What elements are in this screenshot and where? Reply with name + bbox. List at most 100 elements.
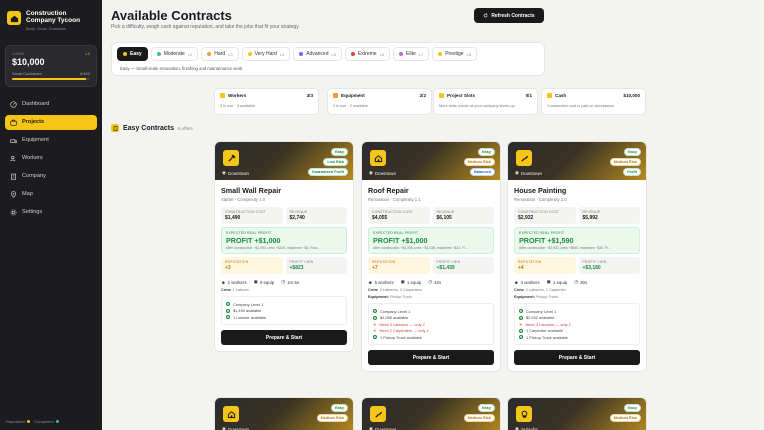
brand-tagline: Build. Grow. Dominate.: [26, 25, 67, 31]
card-badge: Guaranteed Profit: [307, 168, 348, 176]
stat-project-slots: Project Slots 0/1 More slots unlock as you…: [433, 88, 538, 115]
cash-card: CASH L1 $10,000 Small Contractor 0/100: [5, 44, 97, 87]
stat-label: Cash: [555, 93, 567, 98]
card-title: Small Wall Repair: [221, 186, 282, 195]
checklist-item: ✓ 1 Laborer available: [226, 314, 267, 320]
tab-hard[interactable]: Hard L3: [201, 47, 239, 61]
tab-moderate[interactable]: Moderate L2: [150, 47, 199, 61]
checklist-item: ✓ $1,490 available: [226, 308, 262, 313]
card-badge: Easy: [478, 404, 495, 412]
sidebar-item-dashboard[interactable]: Dashboard: [5, 97, 97, 112]
sidebar-item-settings[interactable]: Settings: [5, 205, 97, 220]
sidebar-item-workers[interactable]: Workers: [5, 151, 97, 166]
reputation-label: Reputation: [6, 419, 31, 424]
check-icon: ✓: [519, 309, 523, 313]
refresh-contracts-button[interactable]: Refresh Contracts: [474, 8, 544, 23]
refresh-label: Refresh Contracts: [491, 12, 535, 19]
checklist-item: ✕ Need 2 Carpenters — only 1: [373, 328, 429, 333]
workers-count: ☻ 5 workers: [368, 279, 394, 285]
card-badges: Easy Low Risk Guaranteed Profit: [307, 148, 348, 176]
stat-desc: More slots unlock as your company levels…: [439, 104, 516, 108]
reputation: REPUTATION +4: [514, 257, 576, 274]
section-title: Easy Contracts: [123, 124, 174, 132]
card-subtitle: Renovation · Complexity 1.0: [514, 197, 567, 202]
stat-value: 3/3: [306, 93, 313, 98]
card-badges: Easy Medium Risk Balanced: [463, 148, 495, 176]
check-icon: ✓: [226, 315, 230, 319]
tab-label: Advanced: [306, 51, 329, 57]
cash-label: CASH: [12, 50, 24, 56]
projects-icon: [10, 119, 17, 126]
tab-easy[interactable]: Easy: [117, 47, 148, 61]
sidebar-item-label: Settings: [22, 209, 43, 216]
card-badge: Low Risk: [323, 158, 348, 166]
sidebar: Construction Company Tycoon Build. Grow.…: [0, 0, 102, 430]
card-header: ◉ Downtown Easy Medium Risk: [362, 398, 500, 430]
card-location: ◉ Downtown: [222, 426, 249, 430]
stat-icon: [220, 93, 225, 98]
stat-label: Project Slots: [447, 93, 476, 98]
prepare-start-button[interactable]: Prepare & Start: [368, 350, 494, 365]
card-badges: Easy Medium Risk Profit: [609, 148, 641, 176]
requirements-checklist: ✓ Company Level 1 ✓ $4,055 available ✕ Need 3…: [368, 303, 494, 345]
lock-level: L3: [228, 51, 233, 57]
tab-elite[interactable]: Elite L7: [393, 47, 430, 61]
card-badge: Easy: [331, 148, 348, 156]
stat-equipment: Equipment 2/2 2 in use · 2 available: [327, 88, 432, 115]
workers-icon: ☻: [514, 279, 519, 285]
sidebar-item-equipment[interactable]: Equipment: [5, 133, 97, 148]
difficulty-panel: Easy Moderate L2 Hard L3 Very Hard L4 Advanced L…: [111, 42, 545, 76]
card-badge: Medium Risk: [609, 414, 641, 422]
tab-prestige[interactable]: Prestige L8: [432, 47, 478, 61]
card-header: ◉ Downtown Easy Medium Risk Balanced: [362, 142, 500, 180]
lock-level: L5: [331, 51, 336, 57]
stat-desc: 2 in use · 2 available: [333, 104, 368, 108]
requirements-checklist: ✓ Company Level 1 ✓ $2,932 available ✕ Need 3…: [514, 303, 640, 345]
stat-cash: Cash $10,000 Construction cost is paid on …: [541, 88, 646, 115]
location-pin-icon: ◉: [515, 426, 519, 430]
lock-level: L2: [187, 51, 193, 57]
card-badge: Easy: [624, 404, 641, 412]
equipment-line: Equipment: Pickup Truck: [368, 295, 412, 299]
location-pin-icon: ◉: [222, 170, 226, 175]
check-icon: ✓: [373, 315, 377, 320]
check-icon: ✓: [373, 335, 377, 339]
card-location: ◉ Downtown: [222, 170, 249, 176]
location-pin-icon: ◉: [369, 170, 373, 175]
check-icon: ✓: [519, 315, 523, 320]
workers-icon: ☻: [368, 279, 373, 285]
checklist-item: ✓ $2,932 available: [519, 315, 555, 320]
equip-count: ▣ 1 equip: [400, 279, 422, 285]
revenue: REVENUE $6,105: [432, 207, 494, 224]
tab-extreme[interactable]: Extreme L6: [344, 47, 391, 61]
company-icon: [11, 173, 16, 180]
tab-very-hard[interactable]: Very Hard L4: [241, 47, 291, 61]
card-header: ◉ Downtown Easy Low Risk Guaranteed Profit: [215, 142, 353, 180]
contract-card: ◉ Downtown Easy Medium Risk: [214, 397, 354, 430]
sidebar-item-projects[interactable]: Projects: [5, 114, 97, 130]
checklist-item: ✓ Company Level 1: [226, 301, 264, 307]
check-icon: ✓: [373, 309, 377, 313]
stat-label: Workers: [228, 93, 247, 98]
prepare-start-button[interactable]: Prepare & Start: [221, 330, 347, 345]
card-title: Roof Repair: [368, 186, 409, 195]
equip-count: ▣ 0 equip: [253, 279, 275, 285]
prepare-start-button[interactable]: Prepare & Start: [514, 350, 640, 365]
expected-profit: EXPECTED REAL PROFIT PROFIT +$1,590 After …: [514, 227, 640, 254]
tab-advanced[interactable]: Advanced L5: [293, 47, 342, 61]
contracts-icon: [111, 124, 119, 132]
contract-card: ◉ Downtown Easy Medium Risk Balanced Roof Rep…: [361, 141, 501, 372]
revenue: REVENUE $2,740: [285, 207, 347, 224]
card-badge: Medium Risk: [609, 158, 641, 166]
revenue: REVENUE $5,992: [578, 207, 640, 224]
workers-icon: ☻: [221, 279, 226, 285]
stat-label: Equipment: [341, 93, 365, 98]
equipment-icon: [10, 139, 17, 143]
hammer-icon: [223, 150, 239, 166]
sidebar-item-company[interactable]: Company: [5, 169, 97, 184]
truck-icon: ▣: [546, 279, 551, 284]
difficulty-dot-icon: [247, 52, 252, 56]
sidebar-item-map[interactable]: Map: [5, 187, 97, 202]
map-icon: [11, 191, 16, 198]
paint-brush-icon: [370, 406, 386, 422]
